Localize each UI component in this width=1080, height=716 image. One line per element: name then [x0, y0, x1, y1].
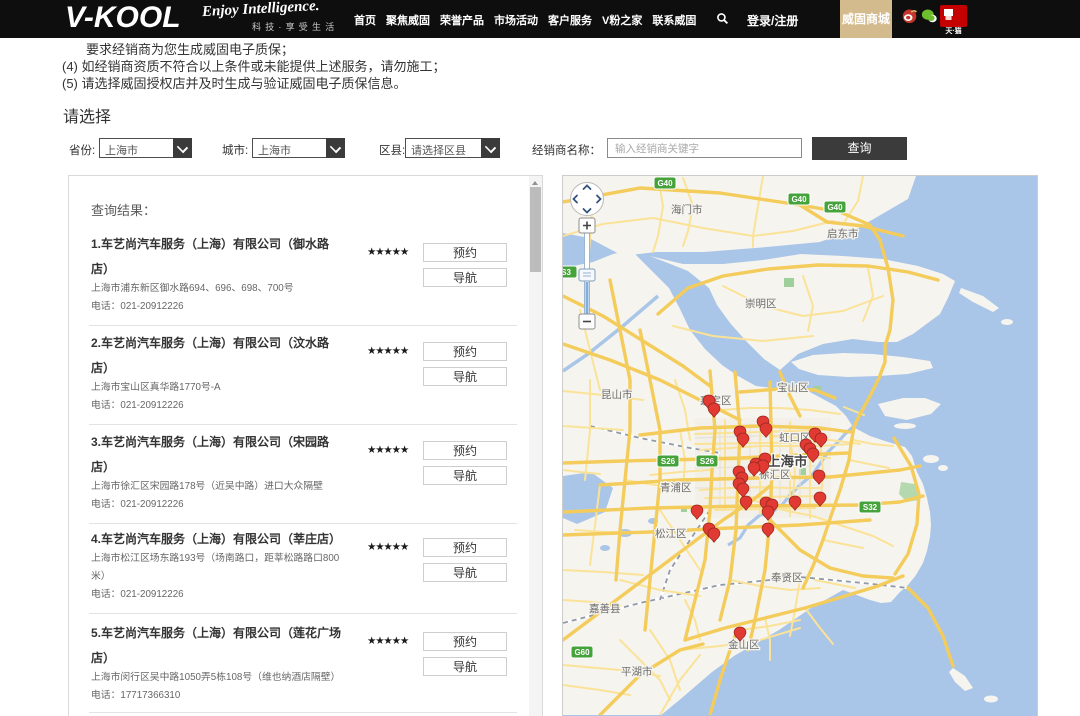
- svg-text:松江区: 松江区: [655, 527, 687, 540]
- svg-text:S32: S32: [863, 503, 878, 512]
- svg-text:平湖市: 平湖市: [621, 665, 653, 678]
- svg-text:G40: G40: [827, 203, 843, 212]
- svg-text:奉贤区: 奉贤区: [771, 571, 803, 584]
- svg-text:S3: S3: [563, 268, 571, 277]
- svg-text:昆山市: 昆山市: [601, 388, 633, 401]
- svg-text:S26: S26: [661, 457, 676, 466]
- svg-text:嘉善县: 嘉善县: [589, 602, 621, 615]
- svg-text:启东市: 启东市: [827, 227, 859, 240]
- svg-text:金山区: 金山区: [728, 638, 760, 651]
- svg-text:宝山区: 宝山区: [777, 381, 809, 394]
- svg-text:G40: G40: [791, 195, 807, 204]
- svg-text:S26: S26: [700, 457, 715, 466]
- svg-text:天·猫: 天·猫: [945, 26, 961, 34]
- svg-text:上海市: 上海市: [767, 453, 808, 469]
- svg-text:海门市: 海门市: [671, 203, 703, 216]
- svg-text:青浦区: 青浦区: [660, 481, 692, 494]
- svg-text:崇明区: 崇明区: [745, 298, 777, 310]
- svg-text:G40: G40: [657, 179, 673, 188]
- svg-text:G60: G60: [574, 648, 590, 657]
